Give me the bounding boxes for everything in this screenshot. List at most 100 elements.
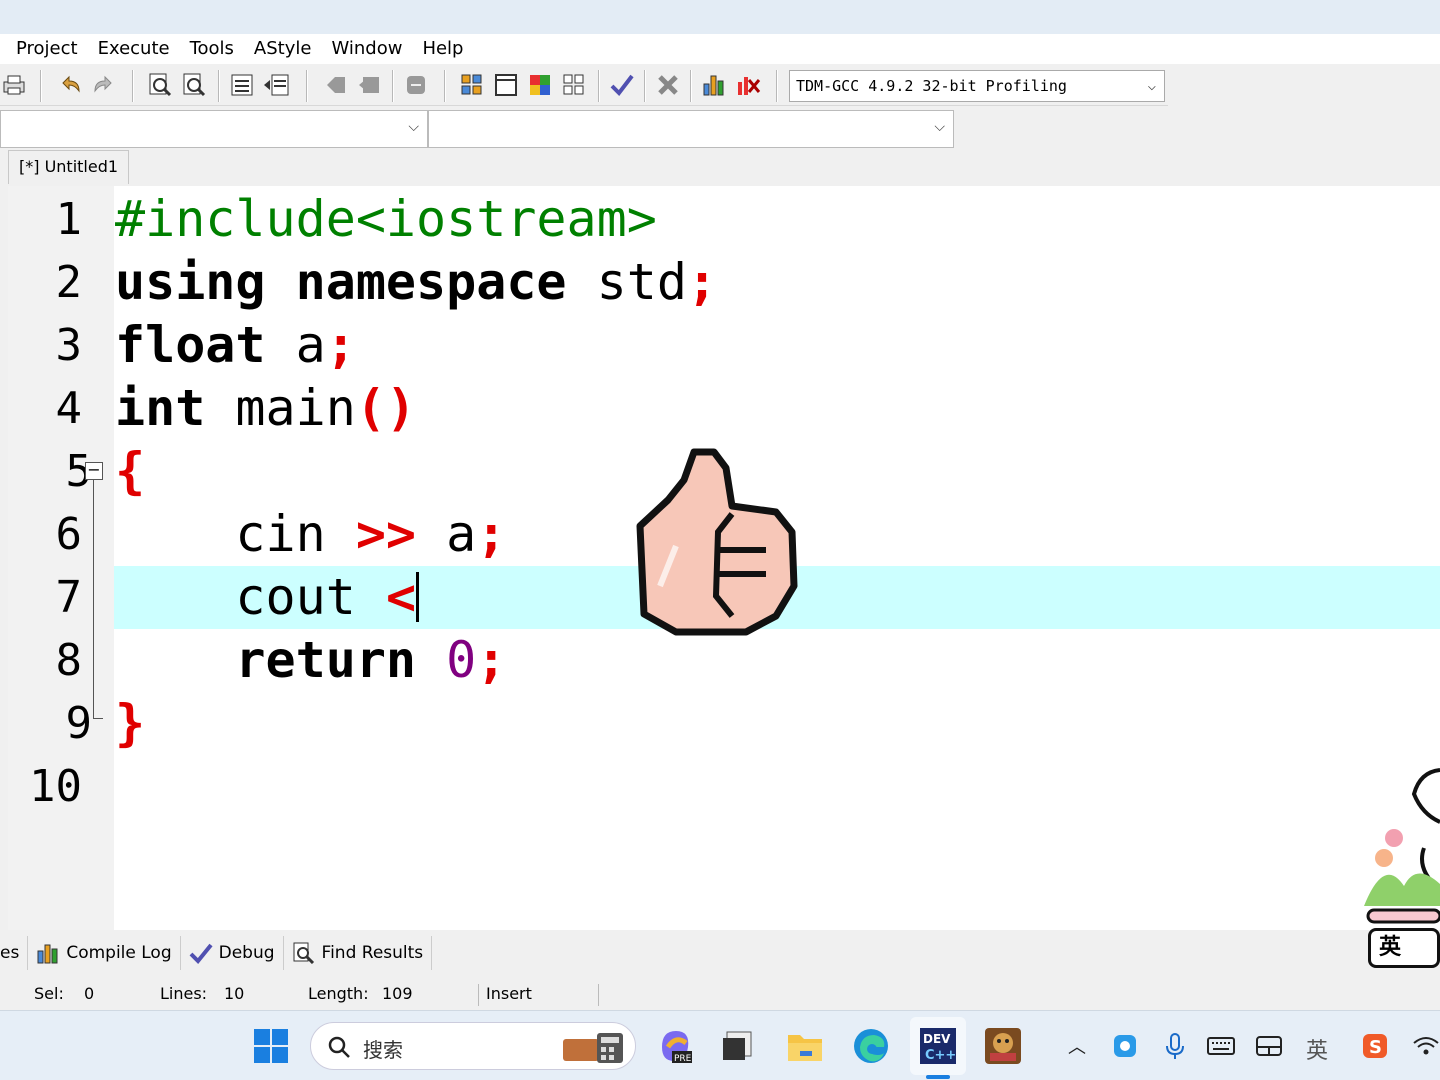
- app-icon[interactable]: [716, 1025, 758, 1067]
- length-value: 109: [382, 984, 413, 1003]
- chevron-up-icon[interactable]: ︿: [1068, 1033, 1086, 1059]
- lines-label: Lines:: [160, 984, 208, 1003]
- chevron-down-icon: ⌵: [1147, 78, 1156, 94]
- code-text: #include<iostream>: [115, 190, 657, 248]
- search-placeholder: 搜索: [363, 1038, 403, 1062]
- fold-toggle[interactable]: −: [85, 462, 103, 480]
- color-icon[interactable]: [526, 71, 554, 99]
- find-icon[interactable]: [146, 71, 174, 99]
- bookmark-icon[interactable]: [322, 71, 350, 99]
- file-tab-strip: [*] Untitled1: [0, 148, 1440, 184]
- title-strip: [0, 0, 1440, 34]
- member-combo[interactable]: ⌵: [428, 110, 954, 148]
- debug-icon[interactable]: [734, 71, 762, 99]
- code-line: 1 #include<iostream>: [8, 188, 1440, 251]
- tab-find-results[interactable]: Find Results: [284, 936, 433, 970]
- search-icon: [328, 1036, 350, 1058]
- redo-icon[interactable]: [90, 71, 118, 99]
- ime-float-widget[interactable]: 英: [1368, 928, 1440, 968]
- code-text: cin >> a;: [115, 505, 507, 563]
- ime-icon[interactable]: 英: [1306, 1033, 1328, 1065]
- line-number: 10: [29, 761, 82, 812]
- compiler-select[interactable]: TDM-GCC 4.9.2 32-bit Profiling ⌵: [789, 70, 1165, 102]
- code-line: 9 }: [8, 692, 1440, 755]
- lines-value: 10: [224, 984, 245, 1003]
- edge-icon[interactable]: [850, 1025, 892, 1067]
- game-icon[interactable]: [982, 1025, 1024, 1067]
- bookmark-icon[interactable]: [356, 71, 384, 99]
- line-number: 1: [55, 194, 83, 245]
- bottom-panel-tabs: es Compile Log Debug Find Results: [0, 932, 1440, 974]
- taskbar-search[interactable]: 搜索: [310, 1022, 636, 1070]
- tab-debug[interactable]: Debug: [181, 936, 284, 970]
- find-icon: [293, 942, 314, 964]
- layout-icon[interactable]: [1250, 1027, 1288, 1065]
- menu-tools[interactable]: Tools: [180, 34, 244, 64]
- tab-label: Debug: [218, 943, 275, 963]
- menu-bar: Project Execute Tools AStyle Window Help: [0, 34, 1440, 64]
- close-icon[interactable]: [654, 71, 682, 99]
- sel-value: 0: [84, 984, 95, 1003]
- text-caret: [416, 572, 420, 622]
- sogou-icon[interactable]: S: [1356, 1027, 1394, 1065]
- feedback-icon[interactable]: [1106, 1027, 1144, 1065]
- tab-untitled1[interactable]: [*] Untitled1: [8, 150, 130, 184]
- project-icon[interactable]: [458, 71, 486, 99]
- sel-label: Sel:: [34, 984, 64, 1003]
- chevron-down-icon: ⌵: [934, 119, 945, 135]
- line-number: 2: [55, 257, 83, 308]
- line-number: 3: [55, 320, 83, 371]
- menu-project[interactable]: Project: [6, 34, 88, 64]
- tab-partial[interactable]: es: [0, 936, 29, 970]
- code-line: 4 int main(): [8, 377, 1440, 440]
- fold-guide: [93, 480, 94, 718]
- active-indicator: [926, 1075, 950, 1079]
- length-label: Length:: [308, 984, 369, 1003]
- tab-label: Find Results: [321, 943, 424, 963]
- menu-astyle[interactable]: AStyle: [244, 34, 322, 64]
- line-number: 5: [65, 446, 93, 497]
- indent-icon[interactable]: [228, 71, 256, 99]
- code-text: using namespace std;: [115, 253, 718, 311]
- tab-compile-log[interactable]: Compile Log: [28, 936, 181, 970]
- copilot-icon[interactable]: PRE: [654, 1025, 696, 1067]
- check-icon: [189, 943, 213, 964]
- window-icon[interactable]: [492, 71, 520, 99]
- bookmark-icon[interactable]: [402, 71, 430, 99]
- code-line: 10: [8, 755, 1440, 818]
- folder-icon[interactable]: [784, 1025, 826, 1067]
- chart-icon[interactable]: [700, 71, 728, 99]
- svg-text:S: S: [1369, 1037, 1382, 1058]
- wifi-icon[interactable]: [1412, 1027, 1440, 1065]
- code-editor[interactable]: 1 #include<iostream> 2 using namespace s…: [8, 186, 1440, 930]
- compiler-select-value: TDM-GCC 4.9.2 32-bit Profiling: [796, 77, 1067, 95]
- print-icon[interactable]: [0, 71, 28, 99]
- chart-icon: [37, 944, 58, 964]
- menu-execute[interactable]: Execute: [88, 34, 180, 64]
- line-number: 9: [65, 698, 93, 749]
- line-number: 7: [55, 572, 83, 623]
- mic-icon[interactable]: [1156, 1027, 1194, 1065]
- line-number: 6: [55, 509, 83, 560]
- replace-icon[interactable]: [180, 71, 208, 99]
- chevron-down-icon: ⌵: [408, 119, 419, 135]
- svg-text:C++: C++: [925, 1048, 956, 1063]
- menu-window[interactable]: Window: [321, 34, 412, 64]
- line-number: 4: [55, 383, 83, 434]
- windows-start-icon[interactable]: [250, 1025, 292, 1067]
- keyboard-icon[interactable]: [1202, 1027, 1240, 1065]
- calculator-icon: [563, 1033, 623, 1063]
- tile-icon[interactable]: [560, 71, 588, 99]
- line-number: 8: [55, 635, 83, 686]
- menu-help[interactable]: Help: [412, 34, 473, 64]
- check-icon[interactable]: [608, 71, 636, 99]
- fold-guide-end: [93, 718, 103, 719]
- ime-label: 英: [1379, 935, 1402, 960]
- code-text: return 0;: [235, 631, 507, 689]
- code-text: {: [115, 442, 146, 500]
- mode-indicator: Insert: [486, 984, 532, 1003]
- class-combo[interactable]: ⌵: [0, 110, 428, 148]
- devcpp-icon[interactable]: DEV C++: [917, 1025, 959, 1067]
- unindent-icon[interactable]: [262, 71, 290, 99]
- undo-icon[interactable]: [56, 71, 84, 99]
